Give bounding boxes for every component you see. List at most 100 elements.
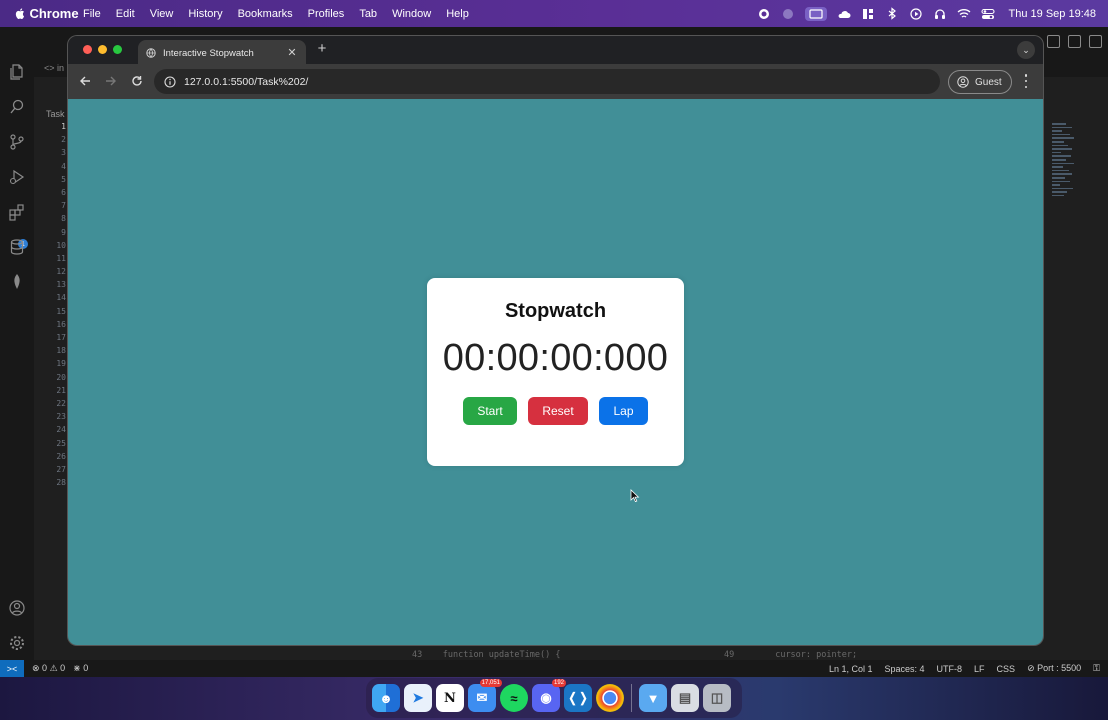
screen-record-icon[interactable]	[757, 7, 771, 21]
split-icon[interactable]	[1068, 35, 1081, 48]
control-center-icon[interactable]	[980, 7, 995, 21]
back-arrow-icon[interactable]	[78, 74, 92, 88]
indentation[interactable]: Spaces: 4	[885, 664, 925, 674]
start-button[interactable]: Start	[463, 397, 517, 425]
menu-edit[interactable]: Edit	[116, 8, 135, 20]
language-mode[interactable]: CSS	[997, 664, 1016, 674]
headphones-icon[interactable]	[933, 7, 947, 21]
vscode-activity-bar: 1	[0, 27, 34, 660]
menu-tab[interactable]: Tab	[359, 8, 377, 20]
macos-dock: ☻ ➤ N ✉ 17,051 ≈ ◉ 192 ❬❭ ▼ ▤ ◫	[366, 678, 742, 718]
safari-icon[interactable]: ➤	[404, 684, 432, 712]
tab-title: Interactive Stopwatch	[163, 47, 254, 59]
problems-indicator[interactable]: ⊗ 0 ⚠ 0	[32, 663, 65, 674]
line-number: 1	[61, 122, 66, 131]
play-icon[interactable]	[909, 7, 923, 21]
menu-profiles[interactable]: Profiles	[308, 8, 345, 20]
panel-icon[interactable]	[1089, 35, 1102, 48]
bluetooth-icon[interactable]	[885, 7, 899, 21]
screen-mirroring-icon[interactable]	[804, 6, 827, 21]
line-number: 16	[56, 319, 66, 329]
line-number: 18	[56, 346, 66, 356]
encoding[interactable]: UTF-8	[937, 664, 963, 674]
menubar-clock[interactable]: Thu 19 Sep 19:48	[1009, 8, 1096, 20]
line-number: 25	[56, 438, 66, 448]
stopwatch-controls: Start Reset Lap	[427, 397, 684, 425]
settings-gear-icon[interactable]	[8, 634, 26, 652]
vscode-tab-label: in	[57, 63, 65, 73]
new-tab-button[interactable]: +	[314, 41, 330, 57]
address-bar[interactable]: 127.0.0.1:5500/Task%202/	[154, 69, 940, 94]
discord-badge: 192	[551, 679, 566, 687]
tiling-icon[interactable]	[861, 7, 875, 21]
minimap[interactable]	[1052, 123, 1076, 243]
page-viewport: Stopwatch 00:00:00:000 Start Reset Lap	[68, 99, 1043, 645]
trash-icon[interactable]: ◫	[703, 684, 731, 712]
layout-icon[interactable]	[1047, 35, 1060, 48]
vscode-dock-icon[interactable]: ❬❭	[564, 684, 592, 712]
menu-view[interactable]: View	[150, 8, 174, 20]
line-number: 10	[56, 240, 66, 250]
wifi-icon[interactable]	[957, 7, 971, 21]
menu-bookmarks[interactable]: Bookmarks	[238, 8, 293, 20]
line-number: 22	[56, 398, 66, 408]
source-control-icon[interactable]	[8, 133, 26, 151]
window-controls	[83, 45, 122, 54]
menu-file[interactable]: File	[83, 8, 101, 20]
profile-label: Guest	[975, 76, 1002, 88]
line-number: 5	[61, 174, 66, 184]
minimize-window-button[interactable]	[98, 45, 107, 54]
reload-icon[interactable]	[130, 74, 144, 88]
reset-button[interactable]: Reset	[528, 397, 588, 425]
mail-icon[interactable]: ✉ 17,051	[468, 679, 502, 712]
line-ending[interactable]: LF	[974, 664, 985, 674]
notifications-bell-icon[interactable]: ⚿	[1093, 663, 1100, 674]
forward-arrow-icon[interactable]	[104, 74, 118, 88]
remote-indicator-icon[interactable]: ><	[0, 660, 24, 677]
search-icon[interactable]	[8, 98, 26, 116]
tab-search-button[interactable]: ⌄	[1017, 41, 1035, 59]
lap-button[interactable]: Lap	[599, 397, 648, 425]
line-number: 28	[56, 478, 66, 488]
apple-icon[interactable]	[14, 7, 28, 21]
chrome-menu-icon[interactable]	[1021, 74, 1031, 88]
line-number: 13	[56, 280, 66, 290]
mongodb-leaf-icon[interactable]	[8, 273, 26, 291]
macos-menubar: Chrome File Edit View History Bookmarks …	[0, 0, 1108, 27]
browser-tab[interactable]: Interactive Stopwatch ✕	[138, 40, 306, 66]
finder-icon[interactable]: ☻	[372, 684, 400, 712]
cloud-icon[interactable]	[837, 7, 851, 21]
ports-indicator[interactable]: ⋇ 0	[73, 663, 88, 674]
ports-count: 0	[83, 663, 89, 673]
menu-history[interactable]: History	[188, 8, 222, 20]
run-debug-icon[interactable]	[8, 168, 26, 186]
menu-window[interactable]: Window	[392, 8, 431, 20]
live-server-port[interactable]: ⊘ Port : 5500	[1027, 663, 1081, 674]
zoom-window-button[interactable]	[113, 45, 122, 54]
status-dot-icon[interactable]	[781, 7, 795, 21]
vscode-editor-tab[interactable]: <> in	[44, 63, 64, 73]
database-icon[interactable]	[8, 238, 26, 256]
profile-button[interactable]: Guest	[948, 70, 1012, 94]
line-number: 6	[61, 187, 66, 197]
account-icon[interactable]	[8, 599, 26, 617]
notion-icon[interactable]: N	[436, 684, 464, 712]
site-info-icon[interactable]	[164, 75, 176, 88]
discord-icon[interactable]: ◉ 192	[532, 679, 566, 712]
close-tab-icon[interactable]: ✕	[286, 46, 298, 59]
menu-chrome[interactable]: Chrome	[29, 0, 78, 28]
line-number: 3	[61, 148, 66, 158]
line-number: 8	[61, 214, 66, 224]
downloads-folder-icon[interactable]: ▼	[639, 684, 667, 712]
chrome-dock-icon[interactable]	[596, 684, 624, 712]
explorer-icon[interactable]	[8, 63, 26, 81]
spotify-icon[interactable]: ≈	[500, 684, 528, 712]
line-number: 12	[56, 267, 66, 277]
documents-stack-icon[interactable]: ▤	[671, 684, 699, 712]
menu-help[interactable]: Help	[446, 8, 469, 20]
extensions-icon[interactable]	[8, 203, 26, 221]
cursor-position[interactable]: Ln 1, Col 1	[829, 664, 873, 674]
stopwatch-display: 00:00:00:000	[442, 337, 669, 379]
close-window-button[interactable]	[83, 45, 92, 54]
line-number-gutter: 1 2 3 4 5 6 7 8 9 10 11 12 13 14 15 16 1…	[40, 122, 66, 491]
